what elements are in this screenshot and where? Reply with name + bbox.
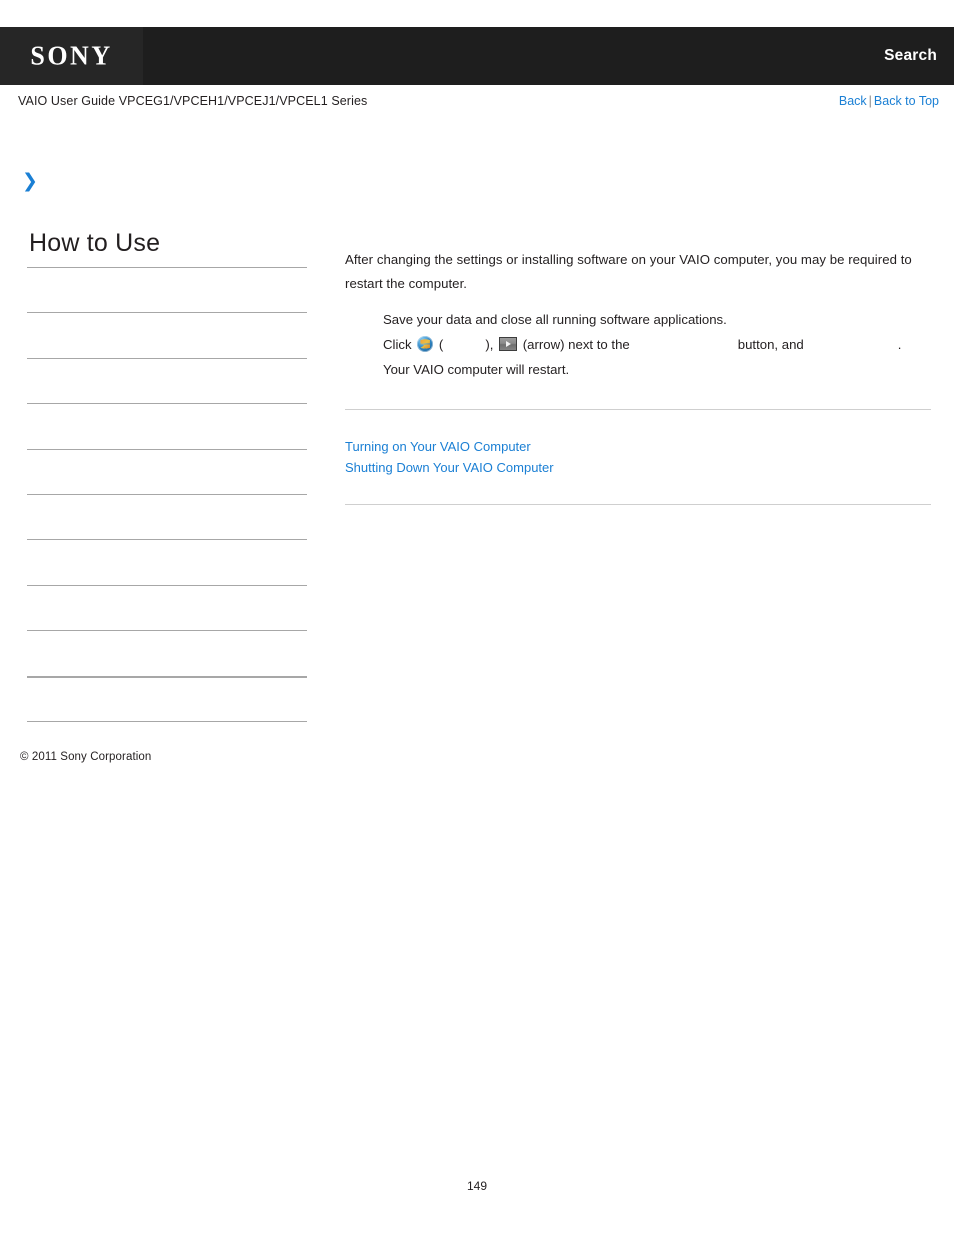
steps-list: Save your data and close all running sof…	[345, 307, 931, 382]
step-item-1: Save your data and close all running sof…	[345, 307, 931, 332]
site-header: SONY Search	[0, 27, 954, 85]
sidebar-item-9[interactable]	[27, 630, 307, 675]
arrow-note: (arrow) next to the	[522, 337, 630, 352]
list-item: Turning on Your VAIO Computer	[345, 436, 931, 457]
header-nav-links: Back | Back to Top	[839, 94, 939, 108]
step-text: Your VAIO computer will restart.	[383, 362, 570, 377]
sidebar-item-8[interactable]	[27, 584, 307, 630]
sidebar-item-2[interactable]	[27, 312, 307, 357]
back-to-top-link[interactable]: Back to Top	[874, 94, 939, 108]
nav-separator: |	[868, 94, 872, 108]
sidebar-item-10[interactable]	[27, 675, 307, 721]
open-paren: (	[438, 337, 444, 352]
step-item-2: Click (), (arrow) next to the button, and…	[345, 332, 931, 357]
sony-logo: SONY	[30, 40, 113, 71]
step-period: .	[897, 337, 902, 352]
related-links-list: Turning on Your VAIO Computer Shutting D…	[345, 410, 931, 478]
related-link-shutting-down[interactable]: Shutting Down Your VAIO Computer	[345, 460, 554, 475]
close-paren: ),	[485, 337, 494, 352]
sidebar-item-7[interactable]	[27, 539, 307, 584]
breadcrumb: ❯	[22, 172, 322, 194]
step-mid-text: button, and	[737, 337, 804, 352]
sidebar-navigation: How to Use	[27, 228, 307, 766]
sidebar-item-4[interactable]	[27, 403, 307, 448]
intro-paragraph: After changing the settings or installin…	[345, 252, 912, 291]
sidebar-item-5[interactable]	[27, 448, 307, 494]
arrow-button-icon[interactable]	[499, 337, 518, 351]
sony-logo-block[interactable]: SONY	[0, 27, 143, 85]
content-divider-bottom	[345, 504, 931, 505]
search-button[interactable]: Search	[884, 27, 937, 85]
main-content: After changing the settings or installin…	[345, 248, 931, 505]
step-prefix: Click	[383, 337, 412, 352]
page-title: How to Use	[29, 229, 161, 257]
sidebar-item-1[interactable]	[27, 267, 307, 312]
step-item-3: Your VAIO computer will restart.	[345, 357, 931, 382]
chevron-right-icon: ❯	[22, 170, 38, 192]
sidebar-item-6[interactable]	[27, 493, 307, 539]
back-link[interactable]: Back	[839, 94, 867, 108]
sidebar-item-3[interactable]	[27, 357, 307, 403]
page-number: 149	[466, 1179, 488, 1193]
windows-start-orb-icon[interactable]	[417, 336, 434, 352]
related-link-turning-on[interactable]: Turning on Your VAIO Computer	[345, 439, 531, 454]
copyright-notice: © 2011 Sony Corporation	[20, 751, 152, 763]
guide-title: VAIO User Guide VPCEG1/VPCEH1/VPCEJ1/VPC…	[18, 94, 368, 108]
list-item: Shutting Down Your VAIO Computer	[345, 457, 931, 478]
sub-header: VAIO User Guide VPCEG1/VPCEH1/VPCEJ1/VPC…	[0, 85, 954, 121]
step-text: Save your data and close all running sof…	[383, 312, 727, 327]
